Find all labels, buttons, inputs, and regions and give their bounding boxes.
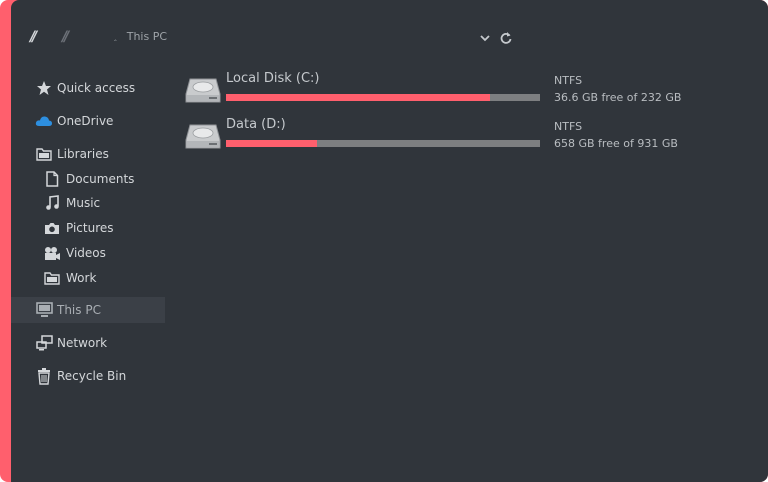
refresh-icon[interactable] [499,31,513,45]
sidebar-item-label: Network [57,336,108,350]
sidebar-item-label: Quick access [57,81,136,95]
hard-drive-icon [185,78,221,103]
window-frame: // // // ‸ This PC Quick access OneDrive [0,0,768,482]
sidebar-item-label: Documents [66,172,135,186]
drive-usage-bar [226,94,540,101]
hard-drive-icon [185,124,221,149]
forward-button[interactable]: // [62,29,69,45]
drive-name: Local Disk (C:) [226,71,320,86]
sidebar-item-recycle-bin[interactable]: Recycle Bin [11,363,165,389]
document-icon [43,170,61,188]
trash-icon [35,367,53,385]
drive-filesystem: NTFS [554,74,583,87]
sidebar-item-label: Music [66,196,101,210]
sidebar-item-music[interactable]: Music [11,190,165,216]
sidebar-item-network[interactable]: Network [11,330,165,356]
sidebar-item-this-pc[interactable]: This PC [11,297,165,323]
drive-free-space: 36.6 GB free of 232 GB [554,91,682,104]
drive-usage-bar [226,140,540,147]
star-icon [35,79,53,97]
cloud-icon [35,112,53,130]
chevron-down-icon[interactable] [479,32,491,44]
sidebar-item-label: Recycle Bin [57,369,127,383]
sidebar-item-label: Videos [66,246,106,260]
sidebar-item-quick-access[interactable]: Quick access [11,75,165,101]
back-button[interactable]: // [30,29,37,45]
sidebar-item-label: OneDrive [57,114,114,128]
drive-usage-fill [226,140,318,147]
drive-free-space: 658 GB free of 931 GB [554,137,678,150]
sidebar-item-label: Libraries [57,147,109,161]
drive-item[interactable]: Local Disk (C:) NTFS 36.6 GB free of 232… [185,71,705,112]
folder-icon [35,145,53,163]
sidebar-item-work[interactable]: Work [11,265,165,291]
sidebar-item-onedrive[interactable]: OneDrive [11,108,165,134]
camera-icon [43,219,61,237]
drive-filesystem: NTFS [554,120,583,133]
sidebar-item-label: This PC [57,303,101,317]
sidebar-item-libraries[interactable]: Libraries [11,141,165,167]
sidebar-item-pictures[interactable]: Pictures [11,215,165,241]
chevron-up-icon: ‸ [114,32,117,41]
drive-name: Data (D:) [226,117,286,132]
computer-icon [35,301,53,319]
sidebar-item-videos[interactable]: Videos [11,240,165,266]
sidebar-item-documents[interactable]: Documents [11,166,165,192]
network-icon [35,334,53,352]
video-camera-icon [43,244,61,262]
music-note-icon [43,194,61,212]
drive-usage-fill [226,94,490,101]
breadcrumb[interactable]: ‸ This PC [114,30,167,43]
sidebar-item-label: Pictures [66,221,114,235]
drive-item[interactable]: Data (D:) NTFS 658 GB free of 931 GB [185,117,705,158]
folder-icon [43,269,61,287]
sidebar-item-label: Work [66,271,97,285]
breadcrumb-this-pc[interactable]: This PC [127,30,167,43]
